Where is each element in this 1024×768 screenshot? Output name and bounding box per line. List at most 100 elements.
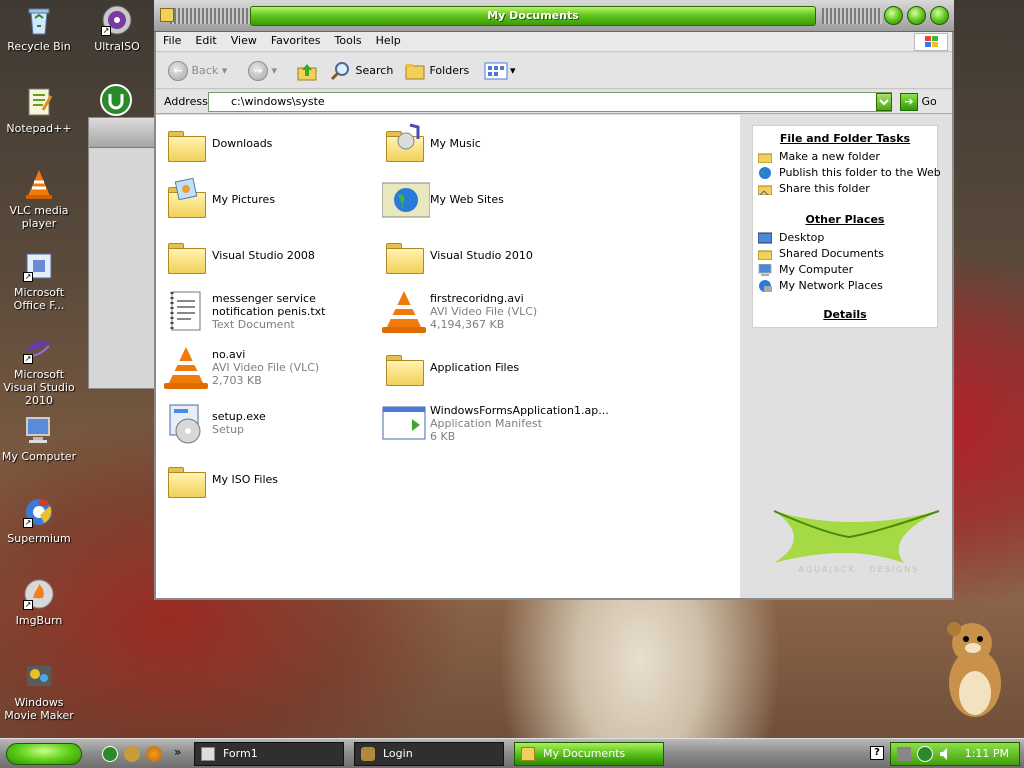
taskbar: » Form1 Login My Documents ? 1:11 PM xyxy=(0,738,1024,768)
task-publish-folder[interactable]: Publish this folder to the Web xyxy=(753,165,941,181)
window-titlebar[interactable]: My Documents xyxy=(154,0,954,32)
list-item[interactable]: WindowsFormsApplication1.ap... Applicatio… xyxy=(382,397,609,449)
folder-icon xyxy=(382,233,426,277)
list-item[interactable]: My Music xyxy=(382,117,592,169)
place-my-network-places[interactable]: My Network Places xyxy=(753,278,937,294)
task-share-folder[interactable]: Share this folder xyxy=(753,181,937,197)
place-desktop[interactable]: Desktop xyxy=(753,230,937,246)
menu-help[interactable]: Help xyxy=(369,32,408,50)
chevron-down-icon xyxy=(879,99,889,106)
clock[interactable]: 1:11 PM xyxy=(965,743,1009,765)
notepad-plus-plus-icon xyxy=(23,86,55,118)
back-dropdown-icon[interactable]: ▾ xyxy=(222,64,228,77)
my-computer-icon xyxy=(758,264,772,276)
shortcut-arrow-icon: ↗ xyxy=(23,600,33,610)
item-type: AVI Video File (VLC) xyxy=(430,304,538,318)
list-item[interactable]: no.avi AVI Video File (VLC) 2,703 KB xyxy=(164,341,374,393)
utorrent-tray-icon[interactable] xyxy=(917,746,933,762)
help-icon[interactable]: ? xyxy=(870,746,884,760)
taskbar-button-form1[interactable]: Form1 xyxy=(194,742,344,766)
menu-edit[interactable]: Edit xyxy=(188,32,223,50)
menu-favorites[interactable]: Favorites xyxy=(264,32,328,50)
desktop-icon-my-computer[interactable]: My Computer xyxy=(0,414,78,463)
desktop-icon-ultraiso[interactable]: ↗ UltraISO xyxy=(78,4,156,53)
address-bar: Address c:\windows\syste ➔ Go xyxy=(156,90,952,114)
minimize-button[interactable] xyxy=(884,6,903,25)
forward-button[interactable]: → ▾ xyxy=(248,60,277,82)
desktop-icon-visual-studio[interactable]: ↗ Microsoft Visual Studio 2010 xyxy=(0,332,78,407)
form-window-icon xyxy=(201,747,215,761)
list-item[interactable]: Downloads xyxy=(164,117,374,169)
search-button[interactable]: Search xyxy=(330,60,393,82)
list-item[interactable]: firstrecoridng.avi AVI Video File (VLC) 4,… xyxy=(382,285,592,337)
desktop-icon-movie-maker[interactable]: Windows Movie Maker xyxy=(0,660,78,722)
ultraiso-icon: ↗ xyxy=(101,4,133,36)
tray-app-icon[interactable] xyxy=(897,747,911,761)
item-size: 2,703 KB xyxy=(212,373,262,387)
background-window-titlebar[interactable] xyxy=(89,118,155,148)
item-name: Visual Studio 2010 xyxy=(430,248,533,262)
quicklaunch-chevron[interactable]: » xyxy=(174,745,181,759)
search-icon xyxy=(330,62,349,81)
list-item[interactable]: setup.exe Setup xyxy=(164,397,374,449)
up-folder-button[interactable] xyxy=(296,60,318,82)
list-item[interactable]: messenger service notification penis.txt… xyxy=(164,285,374,337)
hamster-quicklaunch-icon[interactable] xyxy=(124,746,140,762)
utorrent-desktop-icon[interactable] xyxy=(100,84,132,116)
background-window[interactable] xyxy=(88,117,156,389)
taskbar-button-login[interactable]: Login xyxy=(354,742,504,766)
other-places-heading[interactable]: Other Places xyxy=(753,213,937,226)
volume-icon[interactable] xyxy=(939,747,953,761)
details-heading[interactable]: Details xyxy=(753,308,937,321)
list-item[interactable]: My ISO Files xyxy=(164,453,374,505)
folders-button[interactable]: Folders xyxy=(404,60,469,82)
globe-icon xyxy=(759,167,771,179)
new-folder-icon xyxy=(758,153,772,163)
explorer-window[interactable]: My Documents File Edit View Favorites Tools H… xyxy=(154,0,954,600)
desktop-icon-notepad-plus-plus[interactable]: Notepad++ xyxy=(0,86,78,135)
desktop-icon-office[interactable]: ↗ Microsoft Office F... xyxy=(0,250,78,312)
window-system-icon[interactable] xyxy=(160,8,174,22)
forward-dropdown-icon[interactable]: ▾ xyxy=(272,64,278,77)
maximize-button[interactable] xyxy=(907,6,926,25)
list-item[interactable]: Application Files xyxy=(382,341,592,393)
browser-quicklaunch-icon[interactable] xyxy=(146,746,162,762)
item-name: My Music xyxy=(430,136,481,150)
place-shared-documents[interactable]: Shared Documents xyxy=(753,246,937,262)
item-name: WindowsFormsApplication1.ap... xyxy=(430,403,609,417)
list-item[interactable]: My Web Sites xyxy=(381,173,592,225)
item-name: My Pictures xyxy=(212,192,276,206)
desktop-icon-label: Notepad++ xyxy=(6,122,72,135)
place-label: My Computer xyxy=(779,263,854,276)
views-button[interactable]: ▾ xyxy=(484,60,516,82)
views-dropdown-icon[interactable]: ▾ xyxy=(510,64,516,77)
list-item[interactable]: My Pictures xyxy=(164,173,374,225)
utorrent-quicklaunch-icon[interactable] xyxy=(102,746,118,762)
place-my-computer[interactable]: My Computer xyxy=(753,262,937,278)
address-input[interactable]: c:\windows\syste xyxy=(208,92,892,112)
task-make-new-folder[interactable]: Make a new folder xyxy=(753,149,937,165)
desktop-icon-imgburn[interactable]: ↗ ImgBurn xyxy=(0,578,78,627)
menu-file[interactable]: File xyxy=(156,32,188,50)
list-item[interactable]: Visual Studio 2010 xyxy=(382,229,592,281)
start-button[interactable] xyxy=(6,743,82,765)
close-button[interactable] xyxy=(930,6,949,25)
vlc-icon xyxy=(23,168,55,200)
menu-tools[interactable]: Tools xyxy=(328,32,369,50)
file-folder-tasks-heading[interactable]: File and Folder Tasks xyxy=(753,132,937,145)
list-item[interactable]: Visual Studio 2008 xyxy=(164,229,374,281)
desktop-icon-vlc[interactable]: VLC media player xyxy=(0,168,78,230)
back-button[interactable]: ← Back ▾ xyxy=(168,60,227,82)
desktop-icon-label: Supermium xyxy=(7,532,71,545)
desktop-icon-label: My Computer xyxy=(1,450,77,463)
item-name: My Web Sites xyxy=(430,192,504,206)
menu-view[interactable]: View xyxy=(224,32,264,50)
taskbar-button-my-documents[interactable]: My Documents xyxy=(514,742,664,766)
address-dropdown-button[interactable] xyxy=(876,93,892,111)
desktop-icon-label: Microsoft Visual Studio 2010 xyxy=(3,368,75,407)
desktop-icon-recycle-bin[interactable]: Recycle Bin xyxy=(0,4,78,53)
desktop-icon-supermium[interactable]: ↗ Supermium xyxy=(0,496,78,545)
shortcut-arrow-icon: ↗ xyxy=(101,26,111,36)
go-button[interactable]: ➔ Go xyxy=(900,93,937,111)
task-pane: File and Folder Tasks Make a new folder … xyxy=(740,115,952,598)
